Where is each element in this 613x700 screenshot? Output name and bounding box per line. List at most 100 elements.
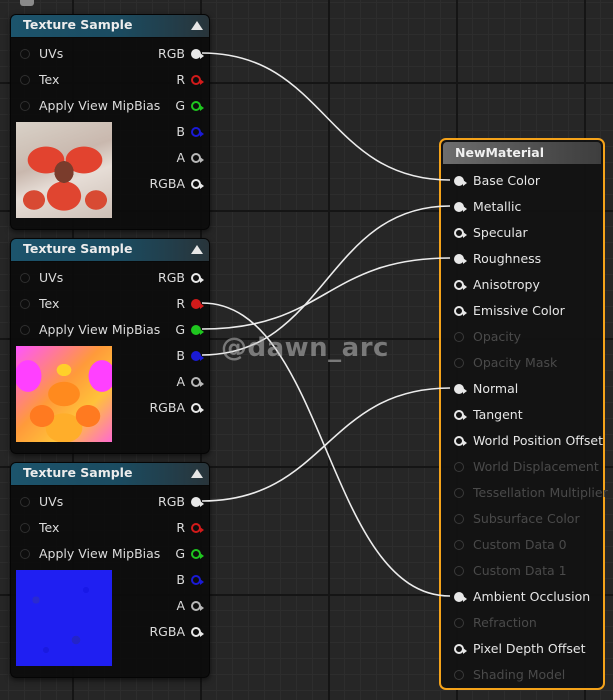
input-pin-icon[interactable] [454,462,464,472]
input-pin-icon[interactable] [20,75,30,85]
wire-rgb-to-normal [201,387,451,502]
output-pin-icon[interactable] [191,273,204,283]
collapse-arrow-icon[interactable] [191,469,203,478]
material-header[interactable]: NewMaterial [443,142,601,164]
material-input-label: Opacity [473,329,522,344]
material-input-refraction[interactable]: Refraction [441,613,601,633]
material-input-emissive-color[interactable]: Emissive Color [441,301,601,321]
material-input-label: Roughness [473,251,542,266]
output-pin-icon[interactable] [191,497,204,507]
node-header[interactable]: Texture Sample [11,239,209,262]
input-pin-icon[interactable] [454,358,464,368]
collapse-arrow-icon[interactable] [191,21,203,30]
texture-sample-node-3[interactable]: Texture Sample UVs Tex Apply View MipBia… [10,462,210,678]
material-input-label: Custom Data 0 [473,537,567,552]
material-input-label: Tessellation Multiplier [473,485,608,500]
output-pin-icon[interactable] [191,351,204,361]
input-pin-icon[interactable] [454,254,467,264]
material-input-label: Normal [473,381,519,396]
output-pin-icon[interactable] [191,549,204,559]
material-input-label: Shading Model [473,667,566,682]
texture-sample-node-2[interactable]: Texture Sample UVs Tex Apply View MipBia… [10,238,210,454]
material-input-label: Pixel Depth Offset [473,641,586,656]
output-pin-icon[interactable] [191,377,204,387]
material-input-label: Opacity Mask [473,355,558,370]
material-input-specular[interactable]: Specular [441,223,601,243]
wire-rgb-to-base-color [201,52,451,181]
material-input-label: Custom Data 1 [473,563,567,578]
input-pin-icon[interactable] [454,618,464,628]
material-input-label: Anisotropy [473,277,540,292]
material-input-opacity-mask[interactable]: Opacity Mask [441,353,601,373]
material-input-roughness[interactable]: Roughness [441,249,601,269]
output-pin-icon[interactable] [191,101,204,111]
output-pin-icon[interactable] [191,627,204,637]
input-pin-icon[interactable] [20,325,30,335]
input-pin-icon[interactable] [454,566,464,576]
material-input-custom-data-1[interactable]: Custom Data 1 [441,561,601,581]
input-pin-icon[interactable] [20,497,30,507]
input-pin-icon[interactable] [454,280,467,290]
input-pin-icon[interactable] [20,549,30,559]
collapse-arrow-icon[interactable] [191,245,203,254]
material-input-opacity[interactable]: Opacity [441,327,601,347]
input-pin-icon[interactable] [454,514,464,524]
input-pin-icon[interactable] [454,540,464,550]
input-pin-icon[interactable] [20,299,30,309]
material-input-ambient-occlusion[interactable]: Ambient Occlusion [441,587,601,607]
output-pin-icon[interactable] [191,127,204,137]
output-pin-icon[interactable] [191,179,204,189]
output-pin-icon[interactable] [191,49,204,59]
input-pin-icon[interactable] [454,644,467,654]
output-pin-icon[interactable] [191,403,204,413]
input-pin-icon[interactable] [454,592,467,602]
material-input-custom-data-0[interactable]: Custom Data 0 [441,535,601,555]
node-title: Texture Sample [23,17,133,32]
material-input-shading-model[interactable]: Shading Model [441,665,601,685]
output-pin-icon[interactable] [191,325,204,335]
node-header[interactable]: Texture Sample [11,463,209,486]
toolbar-glyph-icon [20,0,34,6]
texture-preview-thumbnail [16,570,112,666]
material-input-world-position-offset[interactable]: World Position Offset [441,431,603,451]
output-pin-icon[interactable] [191,601,204,611]
node-title: Texture Sample [23,465,133,480]
input-pin-icon[interactable] [454,202,467,212]
input-pin-icon[interactable] [20,523,30,533]
output-pin-icon[interactable] [191,299,204,309]
material-input-normal[interactable]: Normal [441,379,601,399]
material-input-subsurface-color[interactable]: Subsurface Color [441,509,601,529]
output-pin-icon[interactable] [191,523,204,533]
material-input-tessellation-multiplier[interactable]: Tessellation Multiplier [441,483,608,503]
material-input-pixel-depth-offset[interactable]: Pixel Depth Offset [441,639,601,659]
output-pin-icon[interactable] [191,575,204,585]
output-pin-icon[interactable] [191,153,204,163]
input-pin-icon[interactable] [20,273,30,283]
material-input-label: Specular [473,225,528,240]
output-pin-icon[interactable] [191,75,204,85]
input-pin-icon[interactable] [454,228,467,238]
node-header[interactable]: Texture Sample [11,15,209,38]
input-pin-icon[interactable] [454,332,464,342]
material-input-anisotropy[interactable]: Anisotropy [441,275,601,295]
input-pin-icon[interactable] [20,101,30,111]
input-pin-icon[interactable] [454,488,464,498]
watermark: @dawn_arc [221,333,389,363]
wire-g-to-roughness [201,257,451,330]
material-input-label: World Position Offset [473,433,603,448]
texture-preview-thumbnail [16,346,112,442]
material-input-label: Refraction [473,615,537,630]
material-input-tangent[interactable]: Tangent [441,405,601,425]
material-result-node[interactable]: NewMaterial Base Color Metallic Specular Ro… [439,138,608,690]
input-pin-icon[interactable] [454,670,464,680]
input-pin-icon[interactable] [454,176,467,186]
input-pin-icon[interactable] [454,384,467,394]
input-pin-icon[interactable] [454,410,467,420]
texture-sample-node-1[interactable]: Texture Sample UVs Tex Apply View MipBia… [10,14,210,230]
material-input-metallic[interactable]: Metallic [441,197,601,217]
input-pin-icon[interactable] [454,306,467,316]
input-pin-icon[interactable] [20,49,30,59]
material-input-world-displacement[interactable]: World Displacement [441,457,601,477]
material-input-base-color[interactable]: Base Color [441,171,601,191]
input-pin-icon[interactable] [454,436,467,446]
